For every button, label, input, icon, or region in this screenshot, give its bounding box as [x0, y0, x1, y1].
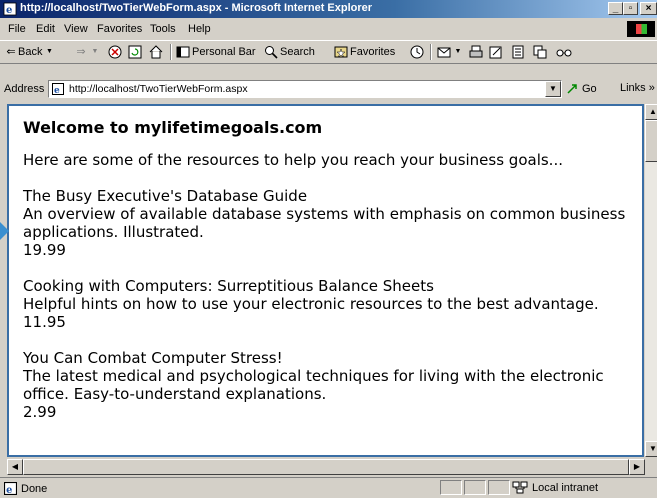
book-description: Helpful hints on how to use your electro…: [23, 295, 599, 313]
refresh-button[interactable]: [128, 45, 142, 59]
book-title: Cooking with Computers: Surreptitious Ba…: [23, 277, 434, 295]
scroll-down-button[interactable]: ▼: [645, 441, 657, 457]
messenger-button[interactable]: [533, 45, 547, 59]
home-button[interactable]: [149, 45, 163, 59]
favorites-icon: [334, 46, 348, 58]
vertical-scroll-thumb[interactable]: [645, 120, 657, 162]
go-button[interactable]: Go: [566, 82, 597, 96]
ie-window: e http://localhost/TwoTierWebForm.aspx -…: [0, 0, 657, 497]
book-price: 11.95: [23, 313, 66, 331]
menu-view[interactable]: View: [64, 23, 88, 35]
book-title: The Busy Executive's Database Guide: [23, 187, 308, 205]
callout-arrow: [0, 222, 9, 240]
search-icon: [265, 46, 278, 59]
back-arrow-icon: ⇐: [6, 46, 16, 58]
maximize-button[interactable]: ▫: [623, 2, 638, 15]
stop-button[interactable]: [108, 45, 122, 59]
chevron-down-icon: ▼: [454, 48, 462, 55]
svg-text:e: e: [6, 485, 12, 495]
menu-edit[interactable]: Edit: [36, 23, 55, 35]
menu-file[interactable]: File: [8, 23, 26, 35]
scroll-left-button[interactable]: ◀: [7, 459, 23, 475]
personal-bar-button[interactable]: Personal Bar: [176, 45, 256, 59]
ie-page-icon: e: [3, 2, 17, 16]
book-item: The Busy Executive's Database Guide An o…: [23, 187, 636, 259]
refresh-icon: [128, 45, 142, 59]
print-button[interactable]: [469, 45, 483, 59]
stop-icon: [108, 45, 122, 59]
print-icon: [469, 45, 483, 58]
scroll-up-button[interactable]: ▲: [645, 104, 657, 120]
window-title: http://localhost/TwoTierWebForm.aspx - M…: [20, 2, 373, 14]
mail-button[interactable]: ▼: [437, 45, 465, 59]
related-button[interactable]: [556, 45, 572, 59]
forward-arrow-icon: ⇒: [76, 46, 86, 58]
address-url: http://localhost/TwoTierWebForm.aspx: [69, 83, 248, 95]
title-bar[interactable]: e http://localhost/TwoTierWebForm.aspx -…: [0, 0, 657, 18]
book-price: 2.99: [23, 403, 57, 421]
status-message: e Done: [4, 482, 47, 495]
address-input[interactable]: e http://localhost/TwoTierWebForm.aspx ▼: [48, 80, 562, 98]
security-zone: Local intranet: [512, 481, 598, 494]
chevron-down-icon: ▼: [46, 48, 53, 55]
minimize-button[interactable]: _: [608, 2, 623, 15]
windows-logo-icon: [627, 21, 655, 37]
discuss-button[interactable]: [511, 45, 525, 59]
history-icon: [410, 45, 424, 59]
status-pane: [464, 480, 486, 495]
page-icon: e: [52, 83, 64, 95]
mail-icon: [437, 47, 451, 58]
book-description: The latest medical and psychological tec…: [23, 367, 604, 403]
edit-icon: [489, 46, 502, 59]
favorites-button[interactable]: Favorites: [334, 45, 395, 59]
book-price: 19.99: [23, 241, 66, 259]
home-icon: [149, 45, 163, 59]
book-item: Cooking with Computers: Surreptitious Ba…: [23, 277, 636, 331]
page-heading: Welcome to mylifetimegoals.com: [23, 118, 323, 137]
personal-bar-icon: [176, 46, 190, 58]
glasses-icon: [556, 49, 572, 57]
toolbar-separator: [170, 44, 172, 60]
menu-bar: File Edit View Favorites Tools Help: [0, 20, 657, 38]
chevron-down-icon: ▼: [91, 48, 99, 55]
book-item: You Can Combat Computer Stress! The late…: [23, 349, 636, 421]
edit-button[interactable]: [489, 45, 503, 59]
scroll-right-button[interactable]: ▶: [629, 459, 645, 475]
address-label: Address: [4, 83, 45, 95]
status-pane: [440, 480, 462, 495]
page-content: Welcome to mylifetimegoals.com Here are …: [7, 104, 644, 457]
go-arrow-icon: [567, 84, 577, 94]
menu-favorites[interactable]: Favorites: [97, 23, 142, 35]
close-button[interactable]: ×: [640, 2, 657, 15]
standard-toolbar: ⇐ Back ▼ ⇒ ▼ Personal Bar Search Favorit…: [0, 40, 657, 64]
menu-help[interactable]: Help: [188, 23, 211, 35]
horizontal-scroll-thumb[interactable]: [23, 459, 629, 475]
links-button[interactable]: Links »: [620, 82, 655, 94]
messenger-icon: [533, 45, 547, 59]
status-bar: e Done Local intranet: [0, 477, 657, 498]
book-description: An overview of available database system…: [23, 205, 626, 241]
status-pane: [488, 480, 510, 495]
back-button[interactable]: ⇐ Back ▼: [4, 45, 56, 59]
svg-text:e: e: [6, 5, 12, 16]
address-bar: Address e http://localhost/TwoTierWebFor…: [0, 79, 657, 99]
intro-text: Here are some of the resources to help y…: [23, 151, 563, 169]
discuss-icon: [512, 45, 524, 59]
history-button[interactable]: [410, 45, 424, 59]
search-button[interactable]: Search: [264, 45, 315, 59]
vertical-scrollbar[interactable]: ▲ ▼: [645, 104, 657, 457]
svg-text:e: e: [54, 86, 60, 95]
intranet-icon: [512, 481, 528, 494]
page-icon: e: [4, 482, 17, 495]
forward-button[interactable]: ⇒ ▼: [74, 45, 102, 59]
horizontal-scrollbar[interactable]: ◀ ▶: [7, 459, 645, 475]
menu-tools[interactable]: Tools: [150, 23, 176, 35]
book-title: You Can Combat Computer Stress!: [23, 349, 283, 367]
toolbar-separator: [430, 44, 432, 60]
address-dropdown-button[interactable]: ▼: [545, 81, 561, 97]
